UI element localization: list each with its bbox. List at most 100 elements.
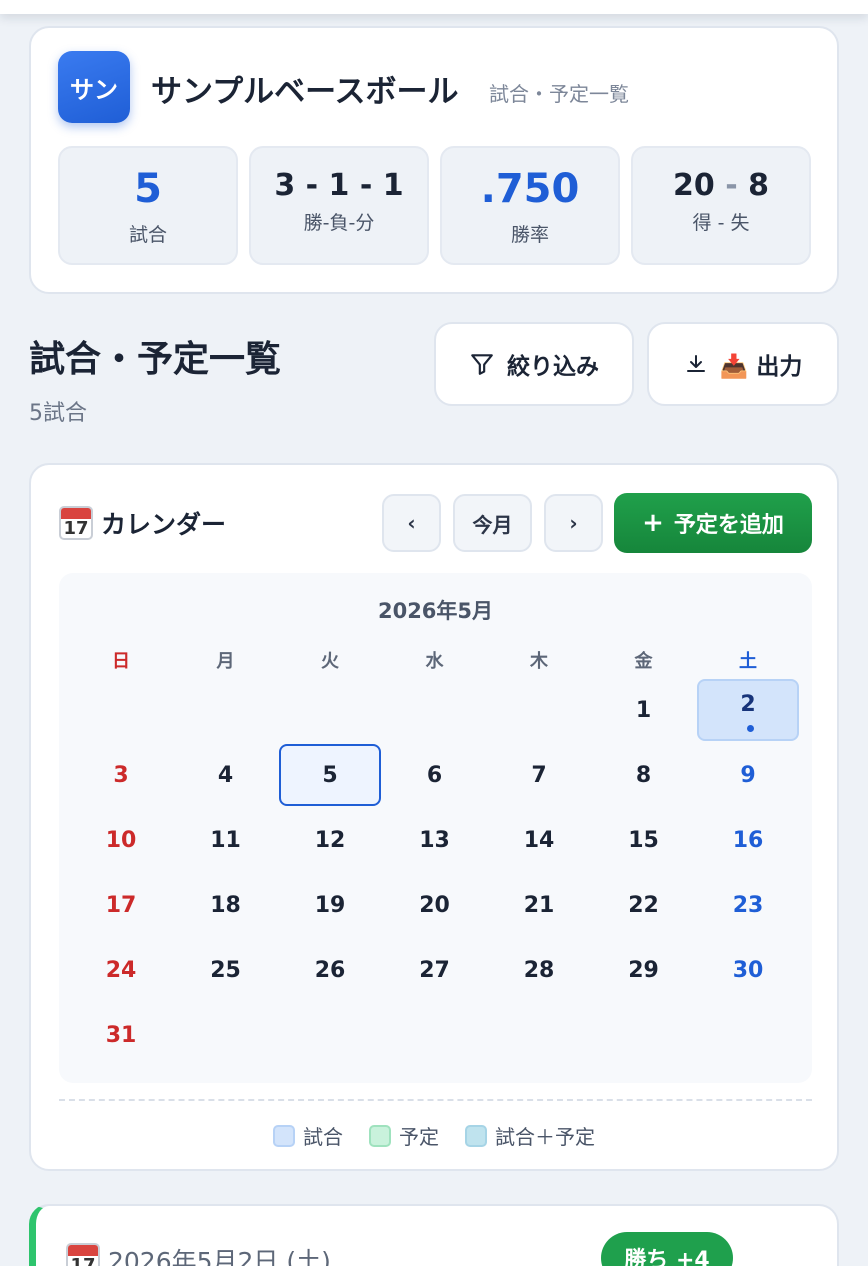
calendar-day[interactable]: 15: [593, 809, 695, 871]
calendar-day-number: 23: [732, 892, 764, 918]
game-date-label: 2026年5月2日 (土): [108, 1247, 331, 1266]
calendar-day[interactable]: 28: [488, 939, 590, 1001]
team-name: サンプルベースボール: [151, 74, 459, 110]
legend-swatch: [273, 1124, 295, 1147]
calendar-day-number: 12: [314, 827, 346, 853]
calendar-day[interactable]: 20: [384, 874, 486, 936]
plus-icon: +: [642, 508, 664, 538]
calendar-day[interactable]: 6: [384, 744, 486, 806]
calendar-icon: 17: [59, 506, 93, 540]
result-badge: 勝ち +4: [601, 1232, 733, 1266]
legend-item: 試合: [273, 1121, 343, 1150]
calendar-day[interactable]: 30: [697, 939, 799, 1001]
calendar-day[interactable]: 17: [70, 874, 172, 936]
weekday-header: 水: [425, 651, 444, 672]
next-month-button[interactable]: ›: [544, 494, 603, 552]
calendar-day-number: 10: [105, 827, 137, 853]
calendar-day-number: 9: [740, 762, 756, 788]
calendar-day[interactable]: 5: [279, 744, 381, 806]
calendar-day[interactable]: 26: [279, 939, 381, 1001]
stat-runs-label: 得 - 失: [692, 212, 750, 234]
calendar-day[interactable]: 16: [697, 809, 799, 871]
calendar-day-number: 19: [314, 892, 346, 918]
runs-allowed: 8: [748, 168, 769, 203]
current-month-button[interactable]: 今月: [453, 494, 532, 552]
calendar-day-number: 29: [628, 957, 659, 983]
calendar-day[interactable]: 13: [384, 809, 486, 871]
calendar-day-number: 15: [628, 827, 659, 853]
calendar-legend: 試合 予定 試合＋予定: [31, 1121, 837, 1150]
filter-button[interactable]: 絞り込み: [434, 322, 634, 406]
calendar-day[interactable]: 19: [279, 874, 381, 936]
calendar-day[interactable]: 9: [697, 744, 799, 806]
calendar-day-number: 25: [210, 957, 241, 983]
add-schedule-button[interactable]: + 予定を追加: [614, 493, 812, 553]
calendar-day-number: 14: [523, 827, 555, 853]
team-logo: サン: [58, 51, 130, 123]
calendar-icon-day: 17: [70, 1255, 96, 1266]
calendar-day[interactable]: 29: [593, 939, 695, 1001]
weekday-header: 日: [112, 651, 130, 672]
calendar-day[interactable]: 7: [488, 744, 590, 806]
calendar-day[interactable]: 3: [70, 744, 172, 806]
legend-divider: [59, 1099, 812, 1101]
calendar-day[interactable]: 12: [279, 809, 381, 871]
stat-record: 3 - 1 - 1 勝-負-分: [249, 146, 429, 265]
calendar-day[interactable]: 21: [488, 874, 590, 936]
calendar-day-number: 1: [635, 697, 652, 723]
legend-item: 予定: [369, 1121, 439, 1150]
runs-scored: 20: [673, 168, 715, 203]
calendar-day[interactable]: 23: [697, 874, 799, 936]
calendar-day-number: 18: [210, 892, 241, 918]
calendar-day[interactable]: 24: [70, 939, 172, 1001]
calendar-card: 17 カレンダー ‹ 今月 › + 予定を追加 2026年5月 日月火水木金土1…: [29, 463, 839, 1171]
calendar-day[interactable]: 1: [593, 679, 695, 741]
stat-games-label: 試合: [128, 224, 167, 246]
game-card[interactable]: 17 2026年5月2日 (土) 勝ち +4: [29, 1204, 839, 1266]
calendar-title: カレンダー: [101, 510, 227, 539]
calendar-day[interactable]: 22: [593, 874, 695, 936]
weekday-header: 火: [321, 651, 339, 672]
filter-icon: [471, 354, 493, 375]
calendar-day[interactable]: 4: [175, 744, 277, 806]
calendar-day[interactable]: 11: [175, 809, 277, 871]
calendar-day[interactable]: 18: [175, 874, 277, 936]
stat-win-rate-value: .750: [480, 166, 580, 212]
legend-label: 試合＋予定: [495, 1125, 595, 1149]
calendar-day-number: 22: [628, 892, 659, 918]
top-app-bar: [0, 0, 868, 14]
legend-swatch: [465, 1124, 487, 1147]
calendar-day-number: 2: [740, 691, 756, 717]
stat-record-value: 3 - 1 - 1: [274, 168, 404, 203]
event-dot: [747, 725, 754, 732]
calendar-day-number: 21: [523, 892, 555, 918]
calendar-day[interactable]: 31: [70, 1004, 172, 1066]
calendar-day-number: 6: [426, 762, 443, 788]
stat-games: 5 試合: [58, 146, 238, 265]
team-summary-card: サン サンプルベースボール 試合・予定一覧 5 試合 3 - 1 - 1 勝-負…: [29, 26, 839, 294]
team-subtitle: 試合・予定一覧: [489, 82, 629, 106]
chevron-right-icon: ›: [569, 511, 578, 535]
calendar-day[interactable]: 27: [384, 939, 486, 1001]
calendar-day-number: 5: [322, 762, 338, 788]
calendar-day-number: 26: [314, 957, 346, 983]
game-count: 5試合: [29, 401, 87, 426]
export-button[interactable]: 📥 出力: [647, 322, 839, 406]
calendar-day-number: 30: [732, 957, 764, 983]
calendar-day-number: 27: [419, 957, 450, 983]
calendar-day[interactable]: 14: [488, 809, 590, 871]
calendar-grid: 2026年5月 日月火水木金土 1 2 3 4 5 6 7 8 9 10 11 12 13 14 15 16 17…: [59, 573, 812, 1083]
stat-games-value: 5: [134, 166, 162, 212]
calendar-day-number: 17: [105, 892, 137, 918]
calendar-day[interactable]: 8: [593, 744, 695, 806]
calendar-day-number: 3: [113, 762, 129, 788]
calendar-day-number: 13: [419, 827, 450, 853]
prev-month-button[interactable]: ‹: [382, 494, 441, 552]
calendar-day[interactable]: 2: [697, 679, 799, 741]
weekday-header: 土: [739, 651, 757, 672]
calendar-day[interactable]: 25: [175, 939, 277, 1001]
page-title: 試合・予定一覧: [29, 339, 282, 380]
calendar-day-number: 8: [635, 762, 652, 788]
calendar-day[interactable]: 10: [70, 809, 172, 871]
calendar-header: 17 カレンダー: [59, 505, 226, 541]
